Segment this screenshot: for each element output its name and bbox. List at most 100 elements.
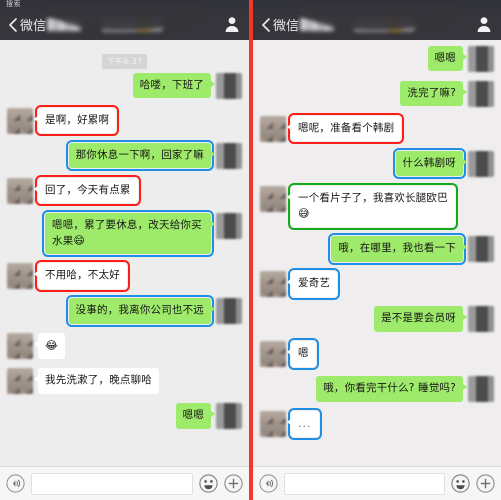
nav-bar-left: 微信: [0, 5, 249, 40]
message-bubble[interactable]: 洗完了嘛?: [400, 81, 467, 107]
input-bar-right: [253, 466, 501, 500]
message-row: 😂: [0, 333, 249, 360]
avatar[interactable]: [7, 178, 33, 204]
message-bubble[interactable]: 哦，你看完干什么? 睡觉吗?: [316, 376, 467, 402]
avatar[interactable]: [260, 116, 286, 142]
message-row: 不用哈，不太好: [0, 260, 249, 292]
avatar[interactable]: [260, 271, 286, 298]
emoji-glyph: 😅: [298, 207, 310, 221]
avatar[interactable]: [216, 213, 242, 239]
chevron-left-icon: [262, 17, 270, 32]
avatar[interactable]: [468, 151, 494, 177]
status-bar-text-left: 搜索: [6, 0, 21, 8]
message-bubble[interactable]: 哦，在哪里，我也看一下: [328, 233, 467, 265]
nav-name-redacted-left: [47, 18, 82, 31]
message-input-right[interactable]: [284, 472, 445, 495]
avatar[interactable]: [468, 236, 494, 263]
message-bubble[interactable]: 嗯嗯: [427, 46, 468, 72]
profile-icon-left[interactable]: [224, 15, 240, 33]
message-bubble[interactable]: 没事的，我离你公司也不远: [65, 295, 216, 327]
message-row: 爱奇艺: [253, 268, 501, 300]
emoji-glyph: 😄: [73, 234, 86, 248]
avatar[interactable]: [7, 368, 33, 395]
plus-icon[interactable]: [476, 474, 495, 493]
message-bubble[interactable]: 什么韩剧呀: [392, 147, 467, 180]
avatar[interactable]: [260, 341, 286, 368]
avatar[interactable]: [468, 46, 494, 72]
message-row: 没事的，我离你公司也不远: [0, 295, 249, 327]
message-bubble[interactable]: 是不是要会员呀: [374, 306, 467, 332]
avatar[interactable]: [468, 81, 494, 107]
message-bubble[interactable]: 嗯嗯，累了要休息，改天给你买水果😄: [42, 209, 215, 258]
message-list-right[interactable]: 嗯嗯 洗完了嘛? 嗯呢，准备看个韩剧 什么韩剧呀 一个看片子了，我喜欢长腿欧巴 😅: [253, 40, 501, 466]
message-bubble[interactable]: 我先洗漱了，晚点聊哈: [34, 368, 159, 394]
status-bar-left: 搜索: [0, 0, 249, 9]
avatar[interactable]: [260, 186, 286, 212]
avatar[interactable]: [216, 298, 242, 325]
message-row: 是啊，好累啊: [0, 104, 249, 137]
nav-back-label-left: 微信: [20, 19, 47, 34]
avatar[interactable]: [468, 376, 494, 403]
chat-panel-right: 微信 嗯嗯 洗完了嘛? 嗯呢，准备看个韩剧 什么韩剧呀 一个看片子了，我喜欢长腿…: [253, 0, 501, 500]
avatar[interactable]: [216, 403, 242, 430]
avatar[interactable]: [216, 143, 242, 169]
message-row: 哦，在哪里，我也看一下: [253, 233, 501, 265]
message-bubble[interactable]: 哈喽，下班了: [132, 73, 216, 99]
message-row: 我先洗漱了，晚点聊哈: [0, 368, 249, 395]
message-row: 什么韩剧呀: [253, 147, 501, 180]
input-bar-left: [0, 466, 249, 500]
message-row: 嗯嗯: [0, 403, 249, 430]
message-row: 嗯嗯: [253, 46, 501, 72]
voice-icon[interactable]: [259, 474, 278, 493]
message-bubble[interactable]: 嗯嗯: [175, 403, 216, 429]
avatar[interactable]: [7, 263, 33, 290]
back-button-right[interactable]: [259, 14, 273, 36]
nav-title-redacted-right: [354, 18, 415, 31]
message-bubble[interactable]: 嗯呢，准备看个韩剧: [286, 112, 405, 145]
nav-title-redacted-left: [101, 18, 162, 31]
message-text: 一个看片子了，我喜欢长腿欧巴: [298, 192, 448, 204]
message-input-left[interactable]: [31, 472, 193, 495]
message-bubble[interactable]: 回了，今天有点累: [34, 174, 141, 207]
nav-back-label-right: 微信: [273, 19, 300, 34]
message-bubble[interactable]: 一个看片子了，我喜欢长腿欧巴 😅: [287, 182, 458, 231]
timestamp-label-left: 下午6:37: [101, 54, 148, 69]
message-row: 回了，今天有点累: [0, 174, 249, 207]
message-row: 哈喽，下班了: [0, 73, 249, 99]
message-row: 嗯嗯，累了要休息，改天给你买水果😄: [0, 209, 249, 258]
plus-icon[interactable]: [224, 474, 243, 493]
message-bubble[interactable]: 嗯: [287, 338, 319, 370]
message-bubble[interactable]: 爱奇艺: [286, 268, 341, 300]
message-bubble[interactable]: ...: [287, 408, 322, 441]
smiley-icon[interactable]: [199, 474, 218, 493]
message-bubble[interactable]: 那你休息一下啊，回家了嘛: [65, 139, 216, 172]
profile-icon-right[interactable]: [476, 15, 492, 33]
avatar[interactable]: [216, 73, 242, 99]
smiley-icon[interactable]: [451, 474, 470, 493]
message-row: 嗯: [253, 338, 501, 370]
avatar[interactable]: [7, 108, 33, 134]
voice-icon[interactable]: [6, 474, 25, 493]
message-row: 是不是要会员呀: [253, 306, 501, 333]
message-list-left[interactable]: 下午6:37 哈喽，下班了 是啊，好累啊 那你休息一下啊，回家了嘛 回了，今天有…: [0, 40, 249, 466]
timestamp-divider-left: 下午6:37: [0, 49, 249, 69]
message-bubble[interactable]: 是啊，好累啊: [33, 104, 120, 137]
message-row: 洗完了嘛?: [253, 81, 501, 107]
message-bubble-emoji[interactable]: 😂: [33, 333, 66, 360]
nav-bar-right: 微信: [253, 5, 501, 40]
status-bar-right: [253, 0, 501, 9]
avatar[interactable]: [260, 411, 286, 438]
avatar[interactable]: [7, 333, 33, 360]
message-row: 那你休息一下啊，回家了嘛: [0, 139, 249, 172]
dual-chat-screenshot: 搜索 微信 下午6:37 哈喽，下班了 是啊，好累啊 那你休息一下啊，回家了嘛 …: [0, 0, 501, 500]
nav-name-redacted-right: [300, 18, 335, 31]
message-row: 哦，你看完干什么? 睡觉吗?: [253, 376, 501, 403]
back-button-left[interactable]: [6, 14, 20, 36]
avatar[interactable]: [468, 306, 494, 333]
message-row: ...: [253, 408, 501, 441]
message-row: 嗯呢，准备看个韩剧: [253, 112, 501, 145]
chevron-left-icon: [9, 17, 17, 32]
message-bubble[interactable]: 不用哈，不太好: [34, 260, 130, 292]
message-row: 一个看片子了，我喜欢长腿欧巴 😅: [253, 182, 501, 231]
chat-panel-left: 搜索 微信 下午6:37 哈喽，下班了 是啊，好累啊 那你休息一下啊，回家了嘛 …: [0, 0, 249, 500]
